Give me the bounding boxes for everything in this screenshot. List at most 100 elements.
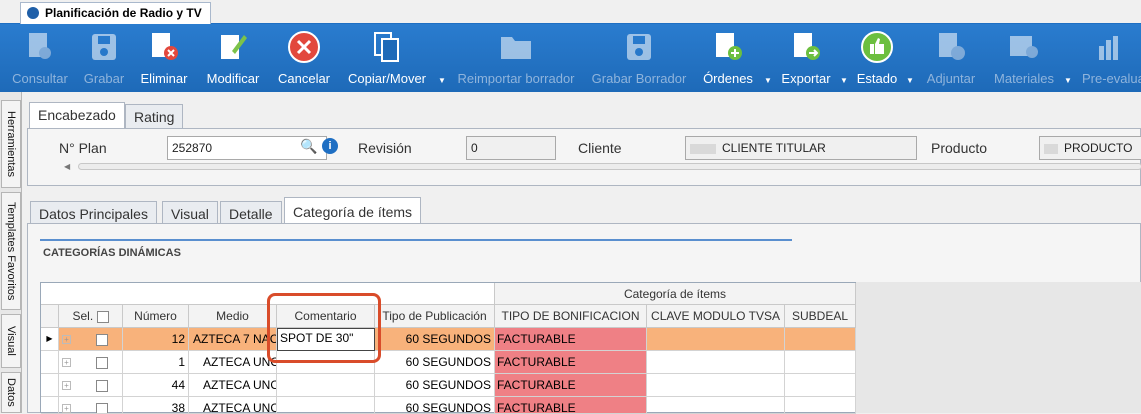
- materiales-dropdown-arrow-icon[interactable]: ▼: [1064, 76, 1072, 85]
- modificar-button[interactable]: Modificar: [200, 24, 266, 92]
- ordenes-button[interactable]: Órdenes: [700, 24, 756, 92]
- row-checkbox[interactable]: [96, 356, 109, 369]
- col-header-sel-label: Sel.: [72, 309, 94, 323]
- materiales-label: Materiales: [994, 71, 1054, 86]
- cell-subdeal[interactable]: [785, 351, 856, 374]
- table-row-select[interactable]: +: [59, 351, 123, 374]
- redacted-code: [1044, 143, 1058, 154]
- adjuntar-label: Adjuntar: [926, 71, 976, 86]
- cliente-field[interactable]: CLIENTE TITULAR: [685, 136, 917, 160]
- app-icon: [27, 7, 39, 19]
- cancelar-button[interactable]: Cancelar: [272, 24, 336, 92]
- expand-icon[interactable]: +: [62, 358, 71, 368]
- side-tab-datos[interactable]: Datos: [1, 372, 21, 413]
- document-tab[interactable]: Planificación de Radio y TV: [20, 2, 211, 24]
- cell-tipo-publicacion[interactable]: 60 SEGUNDOS: [375, 351, 495, 374]
- copiar-dropdown-arrow-icon[interactable]: ▼: [438, 76, 446, 85]
- cell-tipo-publicacion[interactable]: 60 SEGUNDOS: [375, 328, 495, 351]
- cell-tipo-bonificacion[interactable]: FACTURABLE: [495, 397, 647, 414]
- cell-numero[interactable]: 12: [123, 328, 189, 351]
- side-tab-visual-label: Visual: [5, 326, 17, 356]
- cell-clave-modulo[interactable]: [647, 351, 785, 374]
- cell-tipo-bonificacion[interactable]: FACTURABLE: [495, 374, 647, 397]
- ordenes-dropdown-arrow-icon[interactable]: ▼: [764, 76, 772, 85]
- tab-rating[interactable]: Rating: [125, 104, 184, 128]
- tab-encabezado[interactable]: Encabezado: [29, 102, 125, 128]
- col-header-sel[interactable]: Sel.: [59, 305, 123, 328]
- redacted-code: [690, 143, 716, 154]
- cell-clave-modulo[interactable]: [647, 374, 785, 397]
- cell-numero[interactable]: 38: [123, 397, 189, 414]
- grabar-borrador-button[interactable]: Grabar Borrador: [588, 24, 690, 92]
- current-row-indicator-icon: ▶: [41, 328, 59, 351]
- table-row-select[interactable]: +: [59, 397, 123, 414]
- estado-dropdown-arrow-icon[interactable]: ▼: [906, 76, 914, 85]
- row-checkbox[interactable]: [96, 379, 109, 392]
- side-tab-templates-favoritos-label: Templates Favoritos: [5, 201, 17, 301]
- cell-tipo-bonificacion[interactable]: FACTURABLE: [495, 328, 647, 351]
- cell-numero[interactable]: 44: [123, 374, 189, 397]
- eliminar-button[interactable]: Eliminar: [134, 24, 194, 92]
- scroll-left-icon[interactable]: ◀: [64, 162, 70, 171]
- tab-rating-label: Rating: [134, 109, 175, 125]
- cell-subdeal[interactable]: [785, 374, 856, 397]
- copiar-mover-label: Copiar/Mover: [347, 71, 427, 86]
- expand-icon[interactable]: +: [62, 404, 71, 413]
- cell-comentario[interactable]: [277, 397, 375, 414]
- cell-medio[interactable]: AZTECA UNO: [189, 374, 277, 397]
- col-header-subdeal[interactable]: SUBDEAL: [785, 305, 856, 328]
- materials-icon: [1007, 30, 1041, 64]
- col-header-tipo-publicacion[interactable]: Tipo de Publicación: [375, 305, 495, 328]
- cell-medio[interactable]: AZTECA UNO: [189, 351, 277, 374]
- cell-numero[interactable]: 1: [123, 351, 189, 374]
- row-checkbox[interactable]: [96, 402, 109, 413]
- search-icon[interactable]: 🔍: [300, 138, 317, 155]
- exportar-dropdown-arrow-icon[interactable]: ▼: [840, 76, 848, 85]
- exportar-button[interactable]: Exportar: [776, 24, 836, 92]
- chart-icon: [1092, 30, 1126, 64]
- cell-comentario[interactable]: [277, 374, 375, 397]
- side-tab-visual[interactable]: Visual: [1, 314, 21, 368]
- cell-tipo-publicacion[interactable]: 60 SEGUNDOS: [375, 374, 495, 397]
- cell-medio[interactable]: AZTECA UNO: [189, 397, 277, 414]
- materiales-button[interactable]: Materiales: [990, 24, 1058, 92]
- reimportar-borrador-button[interactable]: Reimportar borrador: [452, 24, 580, 92]
- cell-clave-modulo[interactable]: [647, 328, 785, 351]
- expand-icon[interactable]: +: [62, 381, 71, 391]
- pre-evaluacion-button[interactable]: Pre-evalua: [1078, 24, 1141, 92]
- estado-button[interactable]: Estado: [852, 24, 902, 92]
- col-header-medio-label: Medio: [216, 309, 249, 323]
- cell-tipo-bonificacion[interactable]: FACTURABLE: [495, 351, 647, 374]
- grabar-borrador-label: Grabar Borrador: [591, 71, 687, 86]
- cell-subdeal[interactable]: [785, 328, 856, 351]
- tab-detalle-label: Detalle: [229, 206, 273, 222]
- expand-icon[interactable]: +: [62, 335, 71, 345]
- cell-medio[interactable]: AZTECA 7 NAC: [189, 328, 277, 351]
- side-tab-herramientas[interactable]: Herramientas: [1, 100, 21, 188]
- info-icon[interactable]: i: [322, 138, 338, 154]
- col-header-clave-modulo[interactable]: CLAVE MODULO TVSA: [647, 305, 785, 328]
- producto-field[interactable]: PRODUCTO: [1039, 136, 1141, 160]
- select-all-checkbox[interactable]: [96, 310, 109, 323]
- table-row-select[interactable]: +: [59, 328, 123, 351]
- col-header-tipo-bonificacion[interactable]: TIPO DE BONIFICACION: [495, 305, 647, 328]
- side-tab-templates-favoritos[interactable]: Templates Favoritos: [1, 192, 21, 310]
- plan-value: 252870: [172, 141, 213, 155]
- consultar-button[interactable]: Consultar: [4, 24, 76, 92]
- col-header-medio[interactable]: Medio: [189, 305, 277, 328]
- table-row-select[interactable]: +: [59, 374, 123, 397]
- cell-tipo-publicacion[interactable]: 60 SEGUNDOS: [375, 397, 495, 414]
- cell-subdeal[interactable]: [785, 397, 856, 414]
- col-header-numero[interactable]: Número: [123, 305, 189, 328]
- adjuntar-button[interactable]: Adjuntar: [920, 24, 982, 92]
- export-icon: [789, 30, 823, 64]
- side-tab-datos-label: Datos: [5, 378, 17, 407]
- copiar-mover-button[interactable]: Copiar/Mover: [342, 24, 432, 92]
- cell-clave-modulo[interactable]: [647, 397, 785, 414]
- row-checkbox[interactable]: [96, 333, 109, 346]
- revision-field[interactable]: 0: [466, 136, 556, 160]
- horizontal-scrollbar[interactable]: [78, 163, 1141, 170]
- grabar-button[interactable]: Grabar: [78, 24, 130, 92]
- row-indicator: [41, 397, 59, 414]
- revision-label: Revisión: [358, 140, 412, 156]
